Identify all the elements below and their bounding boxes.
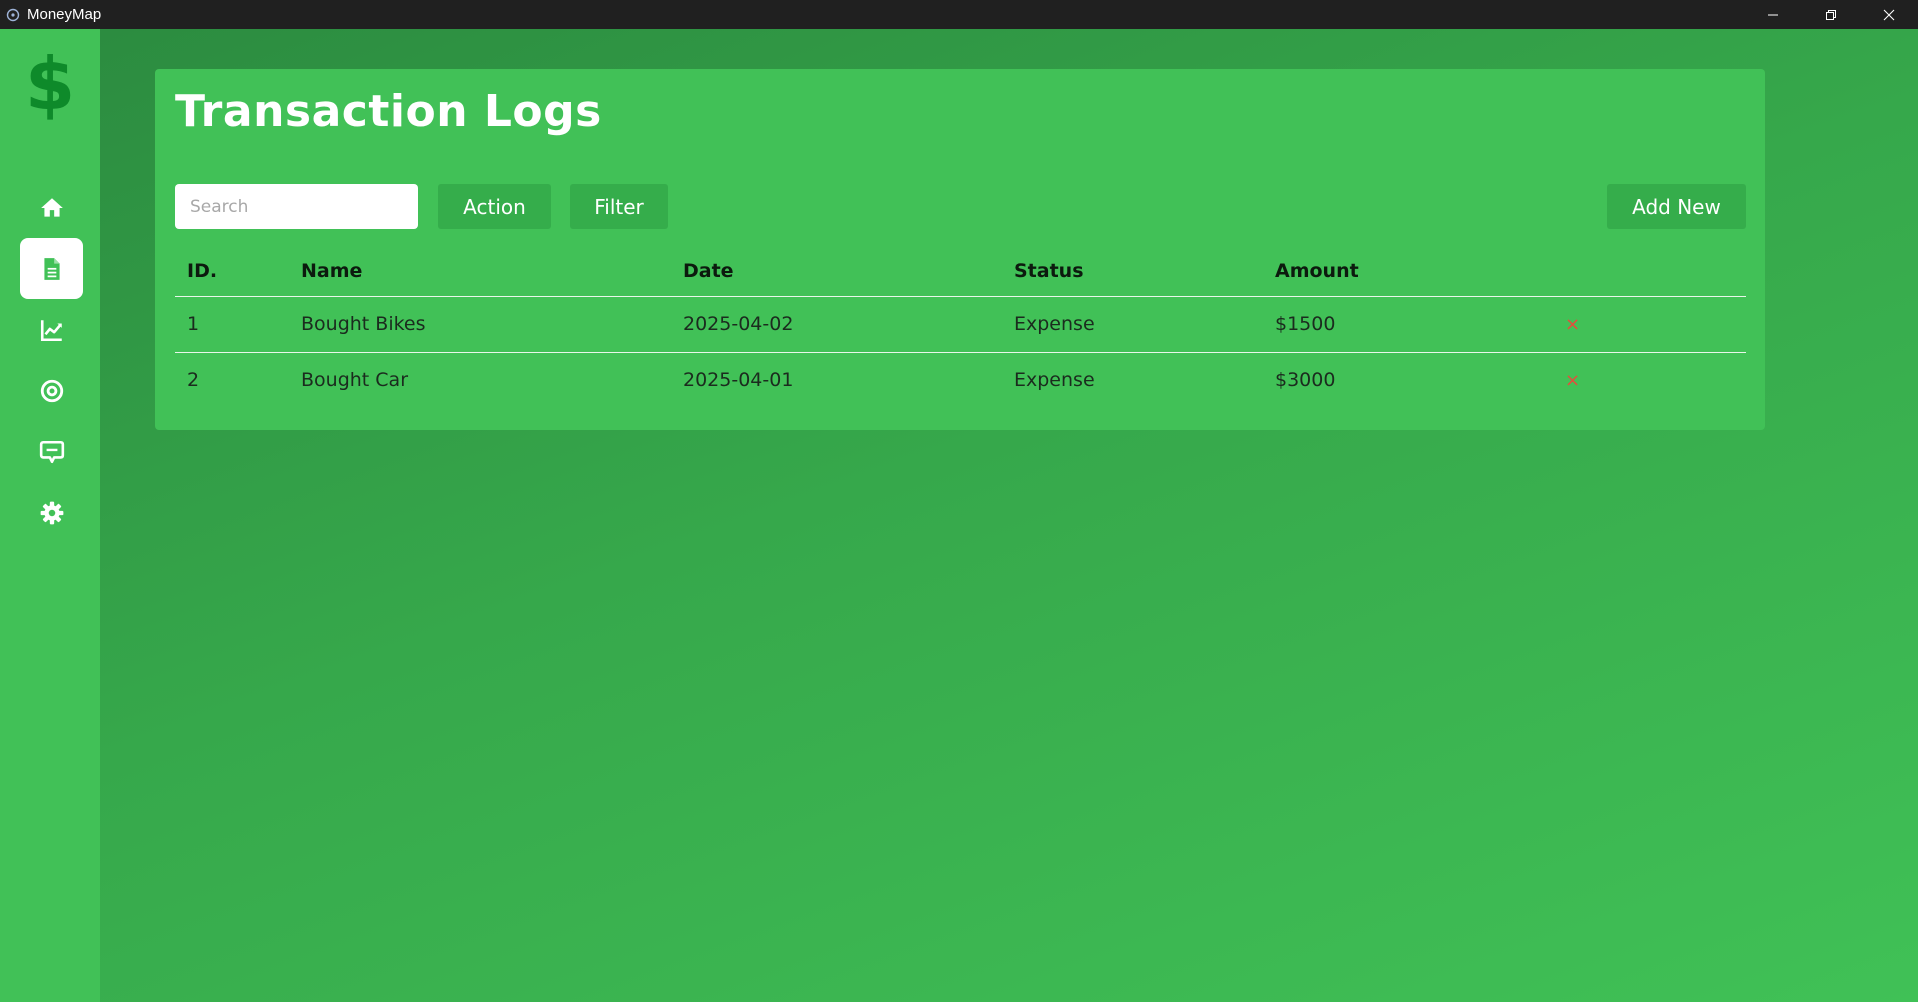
window-controls <box>1744 0 1918 29</box>
transactions-card: Transaction Logs Action Filter Add New I… <box>155 69 1765 430</box>
column-header-status: Status <box>1014 246 1275 297</box>
sidebar-item-home[interactable] <box>20 177 83 238</box>
search-input[interactable] <box>175 184 418 229</box>
cell-amount: $1500 <box>1275 296 1565 353</box>
home-icon <box>40 197 63 217</box>
cell-date: 2025-04-01 <box>683 369 794 392</box>
title-bar: MoneyMap <box>0 0 1918 29</box>
transactions-table: ID. Name Date Status Amount 1 Bought Bik… <box>175 246 1746 408</box>
delete-icon[interactable]: × <box>1565 370 1580 391</box>
minimize-icon <box>1768 14 1778 15</box>
cell-id: 2 <box>187 369 200 392</box>
sidebar-item-chat[interactable] <box>20 421 83 482</box>
chat-icon <box>39 440 64 463</box>
restore-button[interactable] <box>1802 0 1860 29</box>
svg-text:$: $ <box>25 47 75 123</box>
add-new-button[interactable]: Add New <box>1607 184 1746 229</box>
close-button[interactable] <box>1860 0 1918 29</box>
delete-icon[interactable]: × <box>1565 314 1580 335</box>
chart-line-icon <box>40 319 62 341</box>
column-header-date: Date <box>683 246 1014 297</box>
main-area: Transaction Logs Action Filter Add New I… <box>100 29 1918 1002</box>
column-header-amount: Amount <box>1275 246 1565 297</box>
close-icon <box>1883 9 1895 20</box>
sidebar-item-transactions[interactable] <box>20 238 83 299</box>
table-row: 2 Bought Car 2025-04-01 Expense $3000 × <box>175 352 1746 408</box>
column-header-actions <box>1565 246 1746 297</box>
target-icon <box>40 379 63 402</box>
cell-name: Bought Car <box>301 369 409 392</box>
cell-id: 1 <box>175 296 301 353</box>
action-button[interactable]: Action <box>438 184 551 229</box>
column-header-name: Name <box>301 246 683 297</box>
table-row: 1 Bought Bikes 2025-04-02 Expense $1500 … <box>175 296 1746 353</box>
cell-name: Bought Bikes <box>301 296 683 353</box>
restore-icon <box>1826 9 1836 20</box>
dollar-sign-icon: $ <box>22 42 78 126</box>
sidebar: $ <box>0 29 100 1002</box>
sidebar-item-settings[interactable] <box>20 482 83 543</box>
table-header-row: ID. Name Date Status Amount <box>175 246 1746 297</box>
gear-icon <box>40 501 63 524</box>
minimize-button[interactable] <box>1744 0 1802 29</box>
cell-date: 2025-04-02 <box>683 296 1014 353</box>
app-icon <box>5 7 21 23</box>
cell-amount: $3000 <box>1275 369 1336 392</box>
sidebar-item-analytics[interactable] <box>20 299 83 360</box>
page-title: Transaction Logs <box>175 86 602 137</box>
document-icon <box>43 257 60 280</box>
filter-button[interactable]: Filter <box>570 184 668 229</box>
cell-status: Expense <box>1014 369 1095 392</box>
cell-status: Expense <box>1014 296 1275 353</box>
column-header-id: ID. <box>175 246 301 297</box>
sidebar-item-goals[interactable] <box>20 360 83 421</box>
window-title: MoneyMap <box>27 6 102 23</box>
